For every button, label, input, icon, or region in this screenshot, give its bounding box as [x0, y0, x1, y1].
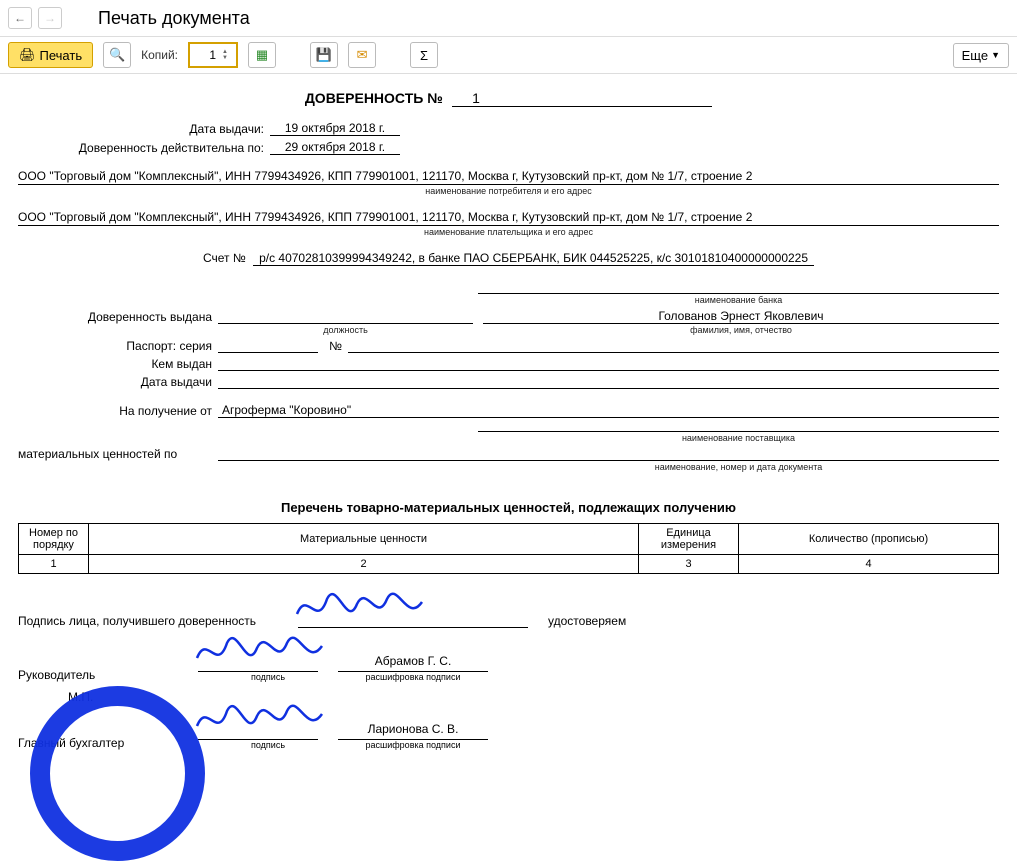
signature-icon [192, 628, 332, 674]
sum-button[interactable]: Σ [410, 42, 438, 68]
receiver-sign-label: Подпись лица, получившего доверенность [18, 614, 298, 628]
printer-icon: 🖨 [19, 47, 36, 63]
issued-date-value [218, 375, 999, 389]
items-table: Номер по порядку Материальные ценности Е… [18, 523, 999, 574]
copies-input[interactable] [194, 47, 218, 63]
fio-caption: фамилия, имя, отчество [483, 325, 999, 335]
payer-caption: наименование плательщика и его адрес [18, 227, 999, 237]
page-title: Печать документа [98, 8, 250, 29]
doc-title: ДОВЕРЕННОСТЬ № [305, 90, 443, 106]
chevron-down-icon: ▼ [991, 50, 1000, 60]
print-button[interactable]: 🖨 Печать [8, 42, 93, 68]
accountant-decipher-cap: расшифровка подписи [338, 740, 488, 750]
back-button[interactable]: ← [8, 7, 32, 29]
more-button[interactable]: Еще ▼ [953, 43, 1009, 68]
colnum-3: 3 [639, 555, 739, 574]
spinner-arrows-icon[interactable]: ▲▼ [222, 49, 228, 61]
account-label: Счет № [203, 251, 246, 265]
issued-by-label: Кем выдан [18, 357, 218, 371]
envelope-icon: ✉ [357, 47, 368, 63]
forward-button[interactable]: → [38, 7, 62, 29]
th-material: Материальные ценности [89, 524, 639, 555]
passport-number [348, 339, 999, 353]
fio-value: Голованов Эрнест Яковлевич [483, 309, 999, 324]
date-issue-label: Дата выдачи: [18, 122, 270, 136]
sigma-icon: Σ [420, 48, 428, 63]
th-qty: Количество (прописью) [739, 524, 999, 555]
consumer-caption: наименование потребителя и его адрес [18, 186, 999, 196]
supplier-value: Агроферма "Коровино" [218, 403, 999, 418]
materials-caption: наименование, номер и дата документа [478, 462, 999, 472]
document-area: ДОВЕРЕННОСТЬ № 1 Дата выдачи: 19 октября… [0, 74, 1017, 786]
account-text: р/с 40702810399994349242, в банке ПАО СБ… [253, 251, 814, 266]
materials-by-label: материальных ценностей по [18, 447, 218, 461]
doc-number: 1 [452, 90, 712, 107]
manager-decipher-cap: расшифровка подписи [338, 672, 488, 682]
passport-num-label: № [318, 339, 348, 353]
accountant-sign-line [198, 722, 318, 740]
supplier-caption: наименование поставщика [478, 433, 999, 443]
manager-sign-line [198, 654, 318, 672]
manager-name: Абрамов Г. С. [338, 654, 488, 672]
receive-from-label: На получение от [18, 404, 218, 418]
position-value [218, 310, 473, 324]
certify-label: удостоверяем [548, 614, 626, 628]
save-button[interactable]: 💾 [310, 42, 338, 68]
send-mail-button[interactable]: ✉ [348, 42, 376, 68]
colnum-1: 1 [19, 555, 89, 574]
passport-label: Паспорт: серия [18, 339, 218, 353]
export-excel-button[interactable]: ▦ [248, 42, 276, 68]
materials-value [218, 447, 999, 461]
valid-until-label: Доверенность действительна по: [18, 141, 270, 155]
payer-line: ООО "Торговый дом "Комплексный", ИНН 779… [18, 210, 999, 226]
issued-to-label: Доверенность выдана [18, 310, 218, 324]
issued-date-label: Дата выдачи [18, 375, 218, 389]
copies-label: Копий: [141, 48, 178, 62]
signature-icon [292, 584, 432, 630]
receiver-sign-line [298, 610, 528, 628]
signature-icon [192, 696, 332, 742]
preview-button[interactable]: 🔍 [103, 42, 131, 68]
magnifier-icon: 🔍 [109, 47, 125, 63]
date-issue-value: 19 октября 2018 г. [270, 121, 400, 136]
th-unit: Единица измерения [639, 524, 739, 555]
more-button-label: Еще [962, 48, 988, 63]
bank-caption: наименование банка [478, 295, 999, 305]
consumer-line: ООО "Торговый дом "Комплексный", ИНН 779… [18, 169, 999, 185]
list-title: Перечень товарно-материальных ценностей,… [18, 500, 999, 515]
accountant-label: Главный бухгалтер [18, 736, 198, 750]
passport-series [218, 339, 318, 353]
diskette-icon: 💾 [316, 47, 332, 63]
table-icon: ▦ [256, 47, 268, 63]
colnum-4: 4 [739, 555, 999, 574]
issued-by-value [218, 357, 999, 371]
manager-label: Руководитель [18, 668, 198, 682]
copies-spinner[interactable]: ▲▼ [188, 42, 238, 68]
accountant-name: Ларионова С. В. [338, 722, 488, 740]
th-num: Номер по порядку [19, 524, 89, 555]
colnum-2: 2 [89, 555, 639, 574]
print-button-label: Печать [40, 48, 83, 63]
position-caption: должность [218, 325, 473, 335]
valid-until-value: 29 октября 2018 г. [270, 140, 400, 155]
